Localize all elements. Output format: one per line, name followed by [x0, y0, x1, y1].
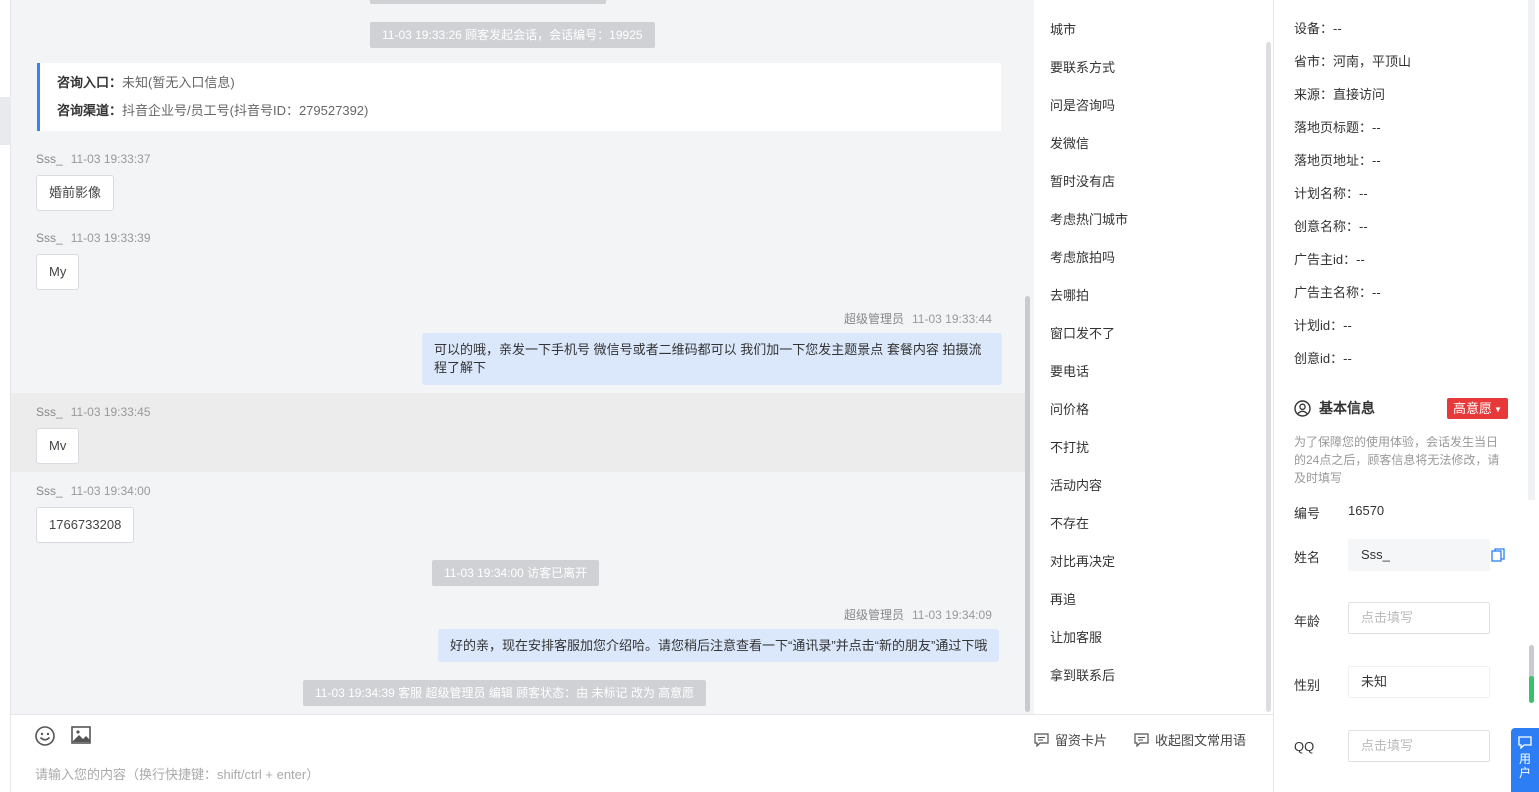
plan-id-info: 计划id：-- [1294, 318, 1352, 333]
advertiser-name-info: 广告主名称：-- [1294, 285, 1381, 300]
float-button-label-2: 户 [1518, 766, 1531, 780]
message-meta: Sss_ 11-03 19:34:00 [36, 484, 151, 498]
qq-label: QQ [1294, 739, 1315, 754]
gender-select[interactable]: 未知 [1348, 666, 1490, 698]
advertiser-id-info: 广告主id：-- [1294, 252, 1365, 267]
image-icon[interactable] [70, 724, 92, 746]
info-card-label: 留资卡片 [1055, 733, 1108, 748]
quick-reply-item[interactable]: 拿到联系后 [1050, 665, 1115, 684]
message-meta: 超级管理员 11-03 19:34:09 [844, 608, 992, 622]
float-button-label-1: 用 [1518, 752, 1531, 766]
user-float-button[interactable]: 用 户 [1511, 728, 1539, 792]
quick-reply-item[interactable]: 不存在 [1050, 513, 1089, 532]
name-field[interactable]: Sss_ [1348, 539, 1490, 571]
quick-reply-item[interactable]: 去哪拍 [1050, 285, 1089, 304]
message-meta: Sss_ 11-03 19:33:39 [36, 231, 151, 245]
message-input-area: 留资卡片 收起图文常用语 请输入您的内容（换行快捷键：shift/ctrl + … [11, 714, 1273, 792]
basic-info-header: 基本信息 [1294, 398, 1375, 418]
quick-reply-item[interactable]: 暂时没有店 [1050, 171, 1115, 190]
quick-replies-panel: 城市 要联系方式 问是咨询吗 发微信 暂时没有店 考虑热门城市 考虑旅拍吗 去哪… [1034, 0, 1273, 714]
quick-reply-item[interactable]: 要联系方式 [1050, 57, 1115, 76]
quick-reply-item[interactable]: 活动内容 [1050, 475, 1102, 494]
quick-reply-item[interactable]: 发微信 [1050, 133, 1089, 152]
user-circle-icon [1294, 399, 1311, 417]
plan-name-info: 计划名称：-- [1294, 186, 1368, 201]
right-scroll-track [1528, 0, 1535, 500]
landing-url-info: 落地页地址：-- [1294, 153, 1381, 168]
agent-message[interactable]: 好的亲，现在安排客服加您介绍哈。请您稍后注意查看一下“通讯录”并点击“新的朋友”… [438, 629, 1000, 662]
quick-reply-item[interactable]: 让加客服 [1050, 627, 1102, 646]
consult-channel-row: 咨询渠道：抖音企业号/员工号(抖音号ID：279527392) [57, 103, 369, 118]
qq-field[interactable]: 点击填写 [1348, 730, 1490, 762]
visitor-left-message: 11-03 19:34:00 访客已离开 [432, 560, 600, 586]
message-input[interactable]: 请输入您的内容（换行快捷键：shift/ctrl + enter） [35, 764, 319, 783]
chat-bubble-icon [1518, 736, 1532, 750]
message-meta: 超级管理员 11-03 19:33:44 [844, 312, 992, 326]
source-info: 来源：直接访问 [1294, 87, 1386, 102]
creative-id-info: 创意id：-- [1294, 351, 1352, 366]
basic-info-title: 基本信息 [1319, 400, 1375, 416]
phrases-icon [1134, 732, 1149, 747]
id-value: 16570 [1348, 503, 1385, 518]
customer-message[interactable]: 婚前影像 [36, 175, 115, 211]
intent-tag-label: 高意愿 [1453, 401, 1493, 416]
customer-message[interactable]: My [36, 254, 80, 290]
consult-info-card: 咨询入口：未知(暂无入口信息) 咨询渠道：抖音企业号/员工号(抖音号ID：279… [37, 63, 1001, 131]
right-scrollbar-indicator [1529, 676, 1534, 703]
quick-reply-item[interactable]: 再追 [1050, 589, 1076, 608]
quick-reply-item[interactable]: 窗口发不了 [1050, 323, 1115, 342]
status-change-message: 11-03 19:34:39 客服 超级管理员 编辑 顾客状态：由 未标记 改为… [303, 680, 707, 706]
intent-tag-dropdown[interactable]: 高意愿 ▼ [1447, 398, 1508, 419]
caret-down-icon: ▼ [1494, 405, 1502, 414]
collapse-phrases-label: 收起图文常用语 [1155, 733, 1247, 748]
consult-entry-row: 咨询入口：未知(暂无入口信息) [57, 75, 235, 90]
region-info: 省市：河南，平顶山 [1294, 54, 1412, 69]
quick-replies-scrollbar[interactable] [1266, 42, 1271, 712]
quick-reply-item[interactable]: 对比再决定 [1050, 551, 1115, 570]
landing-title-info: 落地页标题：-- [1294, 120, 1381, 135]
message-highlight [11, 393, 1029, 472]
message-meta: Sss_ 11-03 19:33:37 [36, 152, 151, 166]
edit-deadline-note: 为了保障您的使用体验，会话发生当日的24点之后，顾客信息将无法修改，请及时填写 [1294, 435, 1500, 485]
collapse-phrases-button[interactable]: 收起图文常用语 [1134, 730, 1246, 749]
system-message: 11-03 19:33:26 顾客发起会话，会话编号：19925 [370, 22, 655, 48]
collapse-tab[interactable] [0, 97, 11, 145]
quick-reply-item[interactable]: 不打扰 [1050, 437, 1089, 456]
quick-reply-item[interactable]: 城市 [1050, 19, 1076, 38]
name-label: 姓名 [1294, 550, 1321, 565]
quick-reply-item[interactable]: 考虑旅拍吗 [1050, 247, 1115, 266]
card-icon [1034, 732, 1049, 747]
quick-reply-item[interactable]: 问价格 [1050, 399, 1089, 418]
copy-icon[interactable] [1491, 548, 1505, 562]
id-label: 编号 [1294, 506, 1321, 521]
customer-message[interactable]: 1766733208 [36, 507, 135, 543]
creative-name-info: 创意名称：-- [1294, 219, 1368, 234]
quick-reply-item[interactable]: 考虑热门城市 [1050, 209, 1128, 228]
chat-scrollbar[interactable] [1025, 296, 1030, 712]
info-card-button[interactable]: 留资卡片 [1034, 730, 1107, 749]
quick-reply-item[interactable]: 要电话 [1050, 361, 1089, 380]
system-message-prev [370, 0, 606, 4]
left-sidebar-strip [0, 0, 11, 792]
emoji-icon[interactable] [34, 725, 56, 747]
gender-label: 性别 [1294, 678, 1321, 693]
age-field[interactable]: 点击填写 [1348, 602, 1490, 634]
device-info: 设备：-- [1294, 21, 1342, 36]
age-label: 年龄 [1294, 614, 1321, 629]
message-meta: Sss_ 11-03 19:33:45 [36, 405, 151, 419]
customer-message[interactable]: Mv [36, 428, 80, 464]
chat-panel: 11-03 19:33:26 顾客发起会话，会话编号：19925 咨询入口：未知… [11, 0, 1029, 714]
quick-reply-item[interactable]: 问是咨询吗 [1050, 95, 1115, 114]
visitor-info-panel: 设备：-- 省市：河南，平顶山 来源：直接访问 落地页标题：-- 落地页地址：-… [1273, 0, 1539, 792]
agent-message[interactable]: 可以的哦，亲发一下手机号 微信号或者二维码都可以 我们加一下您发主题景点 套餐内… [422, 333, 1002, 385]
